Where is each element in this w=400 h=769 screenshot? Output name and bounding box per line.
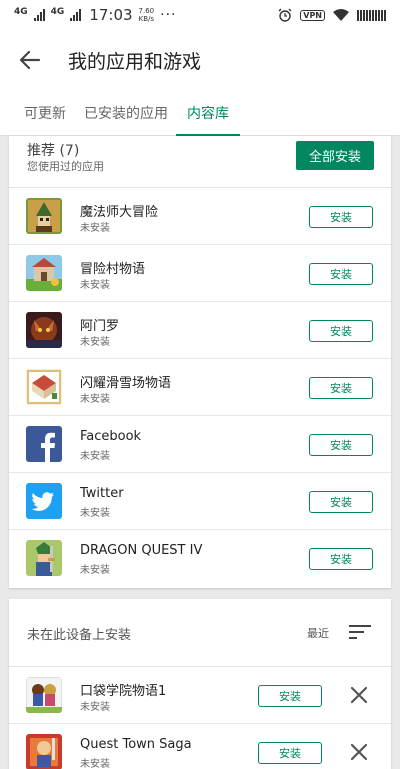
install-all-button[interactable]: 全部安装 — [296, 141, 374, 170]
app-name: 阿门罗 — [80, 319, 120, 334]
tab-label: 内容库 — [187, 106, 229, 122]
more-notifications: ··· — [160, 7, 177, 23]
app-row[interactable]: 口袋学院物语1 未安装 安装 — [9, 667, 391, 724]
app-name: Quest Town Saga — [80, 737, 192, 752]
tab-bar: 可更新 已安装的应用 内容库 — [0, 90, 400, 137]
back-button[interactable] — [0, 30, 60, 90]
network-type-1: 4G — [14, 6, 28, 17]
quest-town-icon — [26, 734, 62, 769]
tab-label: 已安装的应用 — [84, 106, 168, 122]
pocket-academy-icon — [26, 677, 62, 713]
sort-lines-icon[interactable] — [347, 622, 373, 642]
app-status: 未安装 — [80, 394, 110, 405]
app-status: 未安装 — [80, 223, 110, 234]
vpn-badge: VPN — [300, 9, 325, 21]
app-name: 闪耀滑雪场物语 — [80, 376, 172, 391]
network-speed: 7.60 KB/s — [139, 7, 155, 23]
app-row[interactable]: 阿门罗 未安装 安装 — [9, 302, 391, 359]
wifi-icon — [333, 9, 349, 21]
app-status: 未安装 — [80, 565, 110, 576]
app-status: 未安装 — [80, 337, 110, 348]
tab-label: 可更新 — [24, 106, 66, 122]
alarm-icon — [278, 8, 292, 22]
install-button[interactable]: 安装 — [309, 434, 373, 456]
signal-icon — [33, 9, 45, 21]
wizard-game-icon — [26, 198, 62, 234]
install-button[interactable]: 安装 — [258, 742, 322, 764]
app-name: Facebook — [80, 429, 142, 444]
install-button[interactable]: 安装 — [309, 206, 373, 228]
signal-icon — [70, 9, 82, 21]
tab-library[interactable]: 内容库 — [176, 90, 240, 137]
twitter-icon — [26, 483, 62, 519]
not-installed-card: 未在此设备上安装 最近 口袋学院物语1 未安装 安装 Quest Town Sa… — [9, 599, 391, 769]
install-button[interactable]: 安装 — [309, 491, 373, 513]
not-installed-title: 未在此设备上安装 — [27, 628, 132, 643]
tab-installed[interactable]: 已安装的应用 — [80, 90, 172, 136]
close-icon[interactable] — [347, 683, 371, 707]
app-row[interactable]: Facebook 未安装 安装 — [9, 416, 391, 473]
install-button[interactable]: 安装 — [258, 685, 322, 707]
close-icon[interactable] — [347, 740, 371, 764]
battery-icon — [357, 9, 386, 21]
app-row[interactable]: Twitter 未安装 安装 — [9, 473, 391, 530]
status-bar: 4G 4G 17:03 7.60 KB/s ··· VPN — [0, 0, 400, 30]
app-row[interactable]: 魔法师大冒险 未安装 安装 — [9, 188, 391, 245]
app-status: 未安装 — [80, 280, 110, 291]
speed-unit: KB/s — [138, 15, 155, 23]
app-status: 未安装 — [80, 702, 110, 713]
app-name: 口袋学院物语1 — [80, 684, 167, 699]
app-row[interactable]: 闪耀滑雪场物语 未安装 安装 — [9, 359, 391, 416]
app-status: 未安装 — [80, 508, 110, 519]
speed-value: 7.60 — [138, 7, 155, 15]
page-title: 我的应用和游戏 — [68, 50, 202, 73]
network-type-2: 4G — [50, 6, 65, 17]
recommended-title: 推荐 (7) — [27, 143, 80, 159]
village-game-icon — [26, 255, 62, 291]
app-name: 冒险村物语 — [80, 262, 146, 277]
dragon-quest-icon — [26, 540, 62, 576]
arrow-left-icon — [19, 50, 41, 70]
app-row[interactable]: 冒险村物语 未安装 安装 — [9, 245, 391, 302]
install-button[interactable]: 安装 — [309, 548, 373, 570]
ski-resort-game-icon — [26, 369, 62, 405]
app-status: 未安装 — [80, 451, 110, 462]
install-button[interactable]: 安装 — [309, 320, 373, 342]
app-bar: 我的应用和游戏 — [0, 30, 400, 90]
app-row[interactable]: Quest Town Saga 未安装 安装 — [9, 724, 391, 769]
clock: 17:03 — [89, 6, 133, 24]
app-name: Twitter — [80, 486, 124, 501]
app-name: 魔法师大冒险 — [80, 205, 159, 220]
recommended-subtitle: 您使用过的应用 — [27, 160, 104, 173]
facebook-icon — [26, 426, 62, 462]
app-status: 未安装 — [80, 759, 110, 769]
armello-game-icon — [26, 312, 62, 348]
sort-label[interactable]: 最近 — [307, 625, 329, 641]
not-installed-header: 未在此设备上安装 最近 — [9, 599, 391, 667]
recommended-header: 推荐 (7) 您使用过的应用 全部安装 — [9, 136, 391, 188]
tab-updates[interactable]: 可更新 — [14, 90, 76, 136]
app-row[interactable]: DRAGON QUEST IV 未安装 安装 — [9, 530, 391, 587]
install-button[interactable]: 安装 — [309, 263, 373, 285]
install-button[interactable]: 安装 — [309, 377, 373, 399]
app-name: DRAGON QUEST IV — [80, 543, 203, 558]
recommended-card: 推荐 (7) 您使用过的应用 全部安装 魔法师大冒险 未安装 安装 冒险村物语 … — [9, 136, 391, 588]
